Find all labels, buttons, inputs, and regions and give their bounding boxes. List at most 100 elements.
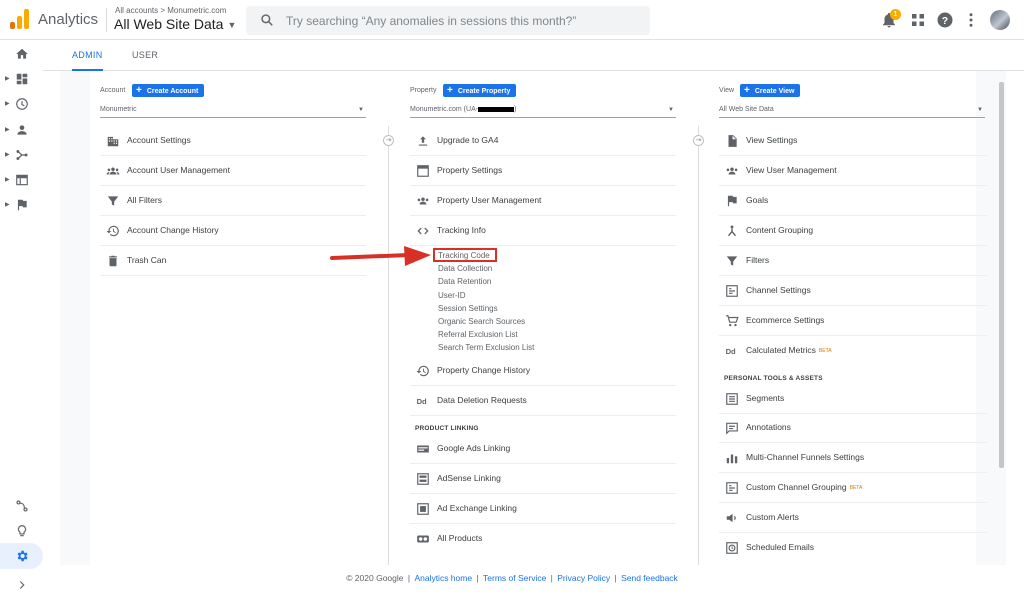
create-property-label: Create Property (457, 88, 511, 95)
product-linking-heading: PRODUCT LINKING (415, 425, 479, 432)
adsense-linking-item[interactable]: AdSense Linking (410, 464, 676, 494)
scheduled-emails-item[interactable]: Scheduled Emails (719, 533, 987, 563)
menu-item-label: Calculated Metrics BETA (746, 345, 832, 355)
analytics-logo-icon[interactable] (10, 9, 30, 29)
account-user-management-item[interactable]: Account User Management (100, 156, 366, 186)
admin-tabs: ADMIN USER (43, 40, 1024, 71)
session-settings-link[interactable]: Session Settings (438, 304, 498, 313)
nav-behavior[interactable]: ▶ (0, 170, 43, 190)
property-column-label: Property (410, 87, 437, 94)
privacy-policy-link[interactable]: Privacy Policy (557, 573, 610, 583)
view-settings-item[interactable]: View Settings (719, 126, 987, 156)
apps-grid-icon[interactable] (909, 11, 927, 29)
referral-exclusion-list-link[interactable]: Referral Exclusion List (438, 330, 518, 339)
tab-user[interactable]: USER (132, 40, 158, 71)
google-ads-linking-item[interactable]: Google Ads Linking (410, 434, 676, 464)
expand-arrow-icon: ▶ (5, 152, 10, 158)
account-selector[interactable]: Monumetric ▼ (100, 104, 366, 118)
nav-home[interactable] (0, 44, 43, 64)
view-selector-dropdown[interactable]: All Web Site Data ▼ (719, 104, 985, 118)
clock-icon (16, 98, 28, 110)
nav-customization[interactable]: ▶ (0, 69, 43, 89)
menu-item-label: View User Management (746, 165, 837, 175)
nav-conversions[interactable]: ▶ (0, 195, 43, 215)
view-user-management-item[interactable]: View User Management (719, 156, 987, 186)
custom-channel-grouping-item[interactable]: Custom Channel Grouping BETA (719, 473, 987, 503)
adsense-icon (417, 473, 429, 485)
dropdown-arrow-icon: ▼ (668, 107, 674, 113)
upgrade-to-ga4-item[interactable]: Upgrade to GA4 (410, 126, 676, 156)
property-user-management-item[interactable]: Property User Management (410, 186, 676, 216)
menu-item-label: Content Grouping (746, 225, 814, 235)
search-input[interactable] (286, 6, 636, 35)
organic-search-sources-link[interactable]: Organic Search Sources (438, 317, 525, 326)
property-change-history-item[interactable]: Property Change History (410, 356, 676, 386)
goals-item[interactable]: Goals (719, 186, 987, 216)
custom-channel-grouping-label: Custom Channel Grouping (746, 482, 847, 492)
nav-realtime[interactable]: ▶ (0, 94, 43, 114)
ad-exchange-linking-item[interactable]: Ad Exchange Linking (410, 494, 676, 524)
column-divider: ⇥ (693, 126, 704, 565)
property-settings-item[interactable]: Property Settings (410, 156, 676, 186)
more-vert-icon[interactable] (962, 11, 980, 29)
search-box[interactable] (246, 6, 650, 35)
user-id-link[interactable]: User-ID (438, 291, 466, 300)
create-property-button[interactable]: + Create Property (443, 84, 517, 97)
help-icon[interactable]: ? (936, 11, 954, 29)
nav-attribution[interactable] (0, 496, 43, 516)
account-change-history-item[interactable]: Account Change History (100, 216, 366, 246)
column-divider: ⇥ (383, 126, 394, 565)
menu-item-label: Account Change History (127, 225, 219, 235)
dropdown-arrow-icon: ▼ (358, 107, 364, 113)
property-selector[interactable]: Monumetric.com (UA-) ▼ (410, 104, 676, 118)
analytics-home-link[interactable]: Analytics home (414, 573, 472, 583)
send-feedback-link[interactable]: Send feedback (621, 573, 678, 583)
data-deletion-requests-item[interactable]: Dd Data Deletion Requests (410, 386, 676, 416)
nav-admin[interactable] (0, 543, 43, 569)
avatar[interactable] (990, 10, 1010, 30)
account-selected-value: Monumetric (100, 106, 137, 113)
create-account-button[interactable]: + Create Account (132, 84, 205, 97)
ecommerce-settings-item[interactable]: Ecommerce Settings (719, 306, 987, 336)
calculated-metrics-item[interactable]: Dd Calculated Metrics BETA (719, 336, 987, 366)
menu-item-label: Channel Settings (746, 285, 811, 295)
segments-item[interactable]: Segments (719, 384, 987, 414)
menu-item-label: Ad Exchange Linking (437, 503, 517, 513)
nav-acquisition[interactable]: ▶ (0, 145, 43, 165)
product-name[interactable]: Analytics (38, 11, 98, 28)
trash-can-item[interactable]: Trash Can (100, 246, 366, 276)
all-filters-item[interactable]: All Filters (100, 186, 366, 216)
tab-admin[interactable]: ADMIN (72, 40, 103, 71)
arrow-circle-icon: ⇥ (693, 135, 704, 146)
data-collection-link[interactable]: Data Collection (438, 264, 492, 273)
data-retention-link[interactable]: Data Retention (438, 277, 491, 286)
grouping-icon (727, 225, 737, 237)
code-icon (417, 227, 429, 235)
building-icon (107, 136, 119, 147)
multi-channel-funnels-settings-item[interactable]: Multi-Channel Funnels Settings (719, 443, 987, 473)
view-selected-value: All Web Site Data (719, 106, 774, 113)
ads-icon (417, 445, 429, 453)
menu-item-label: Custom Channel Grouping BETA (746, 482, 862, 492)
scrollbar[interactable] (999, 82, 1004, 468)
all-products-item[interactable]: All Products (410, 524, 676, 554)
custom-alerts-item[interactable]: Custom Alerts (719, 503, 987, 533)
menu-item-label: Segments (746, 393, 785, 403)
annotations-item[interactable]: Annotations (719, 413, 987, 443)
search-term-exclusion-list-link[interactable]: Search Term Exclusion List (438, 343, 534, 352)
channel-settings-item[interactable]: Channel Settings (719, 276, 987, 306)
account-settings-item[interactable]: Account Settings (100, 126, 366, 156)
account-breadcrumb[interactable]: All accounts > Monumetric.com (115, 6, 226, 15)
create-view-button[interactable]: + Create View (740, 84, 801, 97)
filters-item[interactable]: Filters (719, 246, 987, 276)
filter-icon (726, 256, 738, 266)
terms-of-service-link[interactable]: Terms of Service (483, 573, 546, 583)
nav-audience[interactable]: ▶ (0, 120, 43, 140)
nav-discover[interactable] (0, 521, 43, 541)
view-selector[interactable]: All Web Site Data ▼ (114, 16, 236, 32)
expand-arrow-icon: ▶ (5, 76, 10, 82)
content-grouping-item[interactable]: Content Grouping (719, 216, 987, 246)
menu-item-label: Account Settings (127, 135, 191, 145)
filter-icon (107, 196, 119, 206)
tracking-info-item[interactable]: Tracking Info (410, 216, 676, 246)
